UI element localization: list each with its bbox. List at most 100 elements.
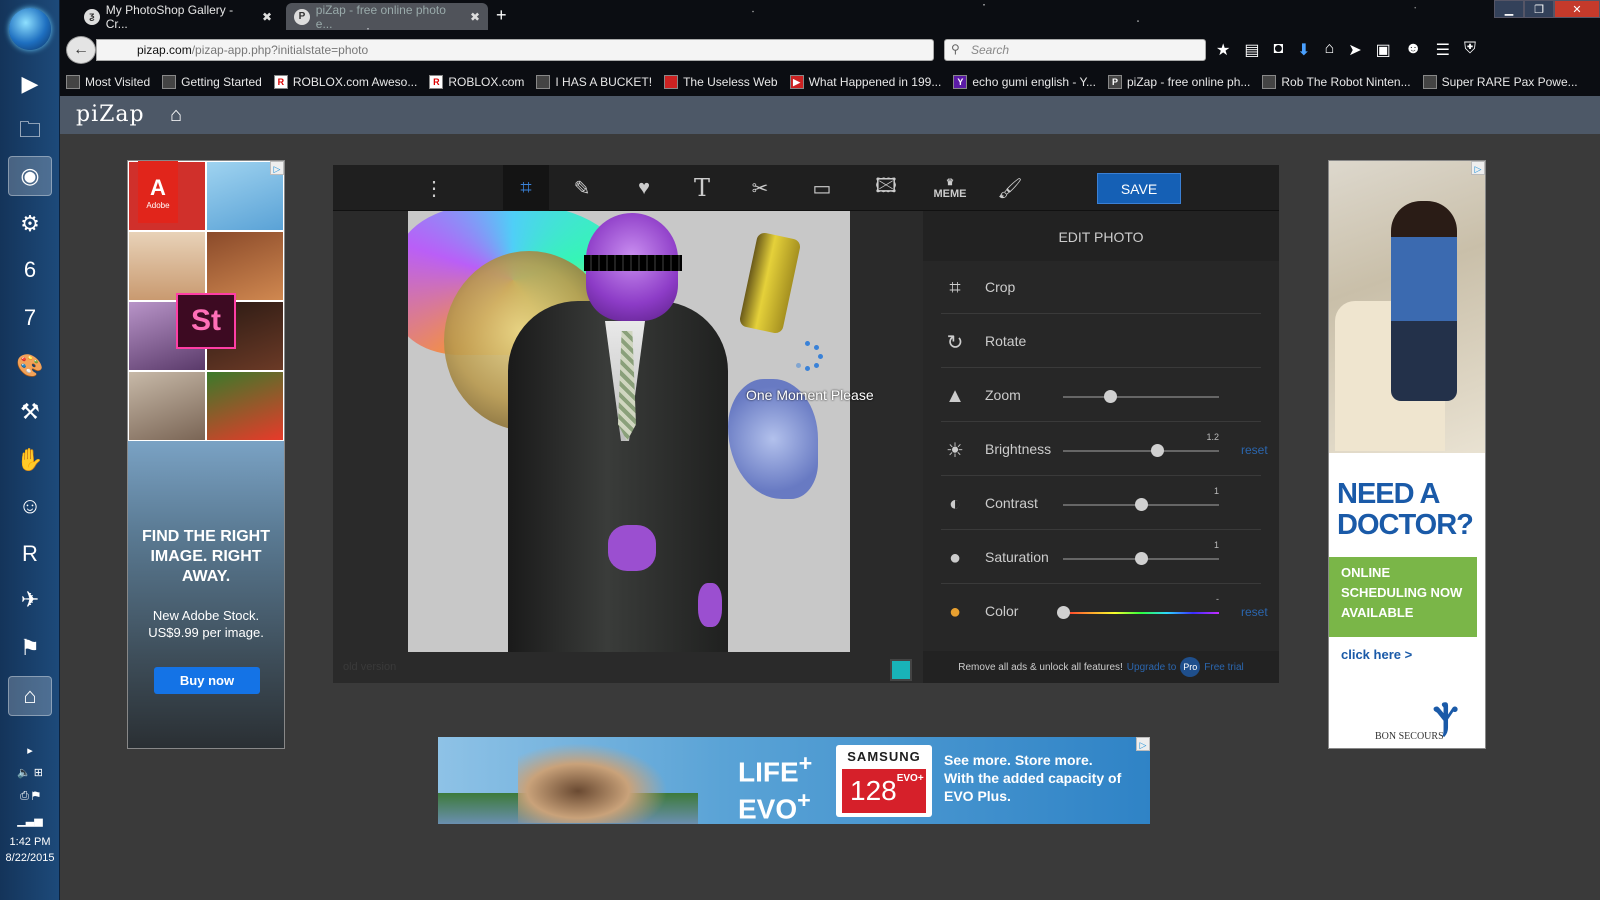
saturation-slider[interactable]: 1 (1063, 540, 1219, 565)
adobe-stock-ad[interactable]: A Adobe St FIND THE RIGHT IMAGE. RIGHT AW… (127, 160, 285, 749)
restore-icon[interactable]: ❐ (1524, 0, 1554, 18)
youtube-addon-icon[interactable]: ▣ (1376, 40, 1391, 60)
color-reset-link[interactable]: reset (1241, 605, 1268, 619)
bookmark-item[interactable]: PpiZap - free online ph... (1102, 72, 1256, 92)
bookmark-item[interactable]: Most Visited (60, 72, 156, 92)
more-icon[interactable]: ⋮ (411, 165, 457, 211)
upgrade-link[interactable]: Upgrade to (1127, 662, 1176, 673)
signal-icon[interactable]: ▁▃▅ (0, 814, 60, 827)
tools-icon[interactable]: ⚒ (8, 392, 52, 432)
contrast-slider-knob[interactable] (1135, 498, 1148, 511)
saturation-icon: ● (948, 546, 962, 569)
close-window-icon[interactable]: ✕ (1554, 0, 1600, 18)
new-tab-icon[interactable]: + (496, 5, 507, 26)
bookmark-item[interactable]: Rob The Robot Ninten... (1256, 72, 1416, 92)
sticker-icon[interactable]: ✂ (737, 165, 783, 211)
color-slider-knob[interactable] (1057, 606, 1070, 619)
start-button[interactable] (9, 8, 51, 50)
character-icon[interactable]: ☺ (8, 486, 52, 526)
brightness-reset-link[interactable]: reset (1241, 443, 1268, 457)
save-button[interactable]: SAVE (1097, 173, 1181, 204)
saturation-slider-knob[interactable] (1135, 552, 1148, 565)
tray-icons-2[interactable]: ⎙ ⚑ (0, 790, 60, 803)
hand-icon[interactable]: ✋ (8, 440, 52, 480)
tab-close-icon[interactable]: ✖ (262, 10, 272, 24)
paint-brush-icon[interactable]: 🖌 (987, 165, 1033, 211)
doctor-ad[interactable]: NEED A DOCTOR? ONLINE SCHEDULING NOW AVA… (1328, 160, 1486, 749)
firefox-icon[interactable]: ◉ (8, 156, 52, 196)
menu-icon[interactable]: ☰ (1436, 40, 1450, 60)
pocket-icon[interactable]: ◘ (1273, 40, 1283, 60)
frame-icon[interactable]: ▭ (799, 165, 845, 211)
soda-can-sticker[interactable] (738, 231, 802, 335)
zoom-slider[interactable] (1063, 390, 1219, 403)
tab-close-icon[interactable]: ✖ (470, 10, 480, 24)
color-swatch[interactable] (890, 659, 912, 681)
crop-tool-icon[interactable]: ⌗ (503, 165, 549, 211)
paint-icon[interactable]: 🎨 (8, 346, 52, 386)
clock-date[interactable]: 8/22/2015 (0, 852, 60, 864)
zoom-slider-knob[interactable] (1103, 390, 1117, 403)
bookmark-item[interactable]: Getting Started (156, 72, 268, 92)
adchoices-icon[interactable]: ▷ (1471, 161, 1485, 175)
bookmark-item[interactable]: R ROBLOX.com Aweso... (268, 72, 424, 92)
crop-row[interactable]: ⌗ Crop (941, 261, 1261, 314)
text-icon[interactable]: T (679, 165, 725, 211)
pixel-sunglasses-sticker[interactable] (584, 255, 682, 271)
minimize-icon[interactable]: ▁ (1494, 0, 1524, 18)
bookmark-item[interactable]: R ROBLOX.com (423, 72, 530, 92)
color-slider[interactable]: - (1057, 594, 1219, 619)
pro-badge[interactable]: Pro (1180, 657, 1201, 677)
file-explorer-icon[interactable]: 🗀 (8, 112, 52, 152)
bookmark-icon (162, 75, 177, 89)
steam-icon[interactable]: ⚙ (8, 204, 52, 244)
samsung-ad[interactable]: LIFE+ EVO+ SAMSUNG 128EVO+ See more. Stor… (438, 737, 1150, 824)
contrast-slider[interactable]: 1 (1063, 486, 1219, 511)
url-bar[interactable]: pizap.com/pizap-app.php?initialstate=pho… (96, 39, 934, 61)
heart-icon[interactable]: ♥ (621, 165, 667, 211)
photo-canvas[interactable] (408, 211, 850, 652)
roblox-icon[interactable]: R (8, 534, 52, 574)
rotate-row[interactable]: ↻ Rotate (941, 315, 1261, 368)
search-input[interactable]: ⚲ Search (944, 39, 1206, 61)
home-icon[interactable]: ⌂ (1325, 40, 1335, 60)
game-7-icon[interactable]: 7 (8, 298, 52, 338)
click-here-link[interactable]: click here > (1341, 647, 1412, 662)
hp-icon[interactable]: ⌂ (8, 676, 52, 716)
brightness-slider-knob[interactable] (1150, 444, 1164, 457)
buy-now-button[interactable]: Buy now (154, 667, 260, 694)
pizap-logo[interactable]: piZap (76, 102, 145, 127)
free-trial-link[interactable]: Free trial (1204, 662, 1243, 673)
old-version-link[interactable]: old version (343, 661, 396, 673)
tab-pizap[interactable]: P piZap - free online photo e... ✖ (286, 3, 488, 31)
addon-icon[interactable]: ⛨ (1464, 40, 1476, 60)
bookmark-item[interactable]: ▶ What Happened in 199... (784, 72, 948, 92)
bookmark-star-icon[interactable]: ★ (1216, 40, 1230, 60)
bird-icon[interactable]: ✈ (8, 580, 52, 620)
adchoices-icon[interactable]: ▷ (270, 161, 284, 175)
meme-label: MEME (933, 187, 967, 200)
background-icon[interactable]: 🖾 (863, 165, 909, 211)
bookmark-item[interactable]: The Useless Web (658, 72, 783, 92)
bookmark-item[interactable]: Yecho gumi english - Y... (947, 72, 1102, 92)
home-icon[interactable]: ⌂ (170, 104, 182, 127)
game-6-icon[interactable]: 6 (8, 250, 52, 290)
tab-photoshop-gallery[interactable]: ƺ My PhotoShop Gallery - Cr... ✖ (76, 3, 280, 31)
tray-icons[interactable]: 🔈 ⊞ (0, 766, 60, 779)
clock-time[interactable]: 1:42 PM (0, 836, 60, 848)
show-hidden-icon[interactable]: ▸ (0, 744, 60, 757)
magic-wand-icon[interactable]: ✎ (559, 165, 605, 211)
reading-list-icon[interactable]: ▤ (1244, 40, 1259, 60)
back-button[interactable]: ← (66, 36, 96, 64)
brightness-slider[interactable]: 1.2 (1063, 432, 1219, 457)
app-icon[interactable]: ⚑ (8, 628, 52, 668)
send-icon[interactable]: ➤ (1348, 40, 1361, 60)
emoji-addon-icon[interactable]: ☻ (1405, 40, 1422, 60)
adchoices-icon[interactable]: ▷ (1136, 737, 1150, 751)
bookmark-item[interactable]: I HAS A BUCKET! (530, 72, 658, 92)
bookmark-item[interactable]: Super RARE Pax Powe... (1417, 72, 1584, 92)
download-icon[interactable]: ⬇ (1297, 40, 1310, 60)
meme-icon[interactable]: ♛ MEME (927, 165, 973, 211)
color-row: ● Color - reset (941, 585, 1268, 638)
media-player-icon[interactable]: ▶ (8, 64, 52, 104)
